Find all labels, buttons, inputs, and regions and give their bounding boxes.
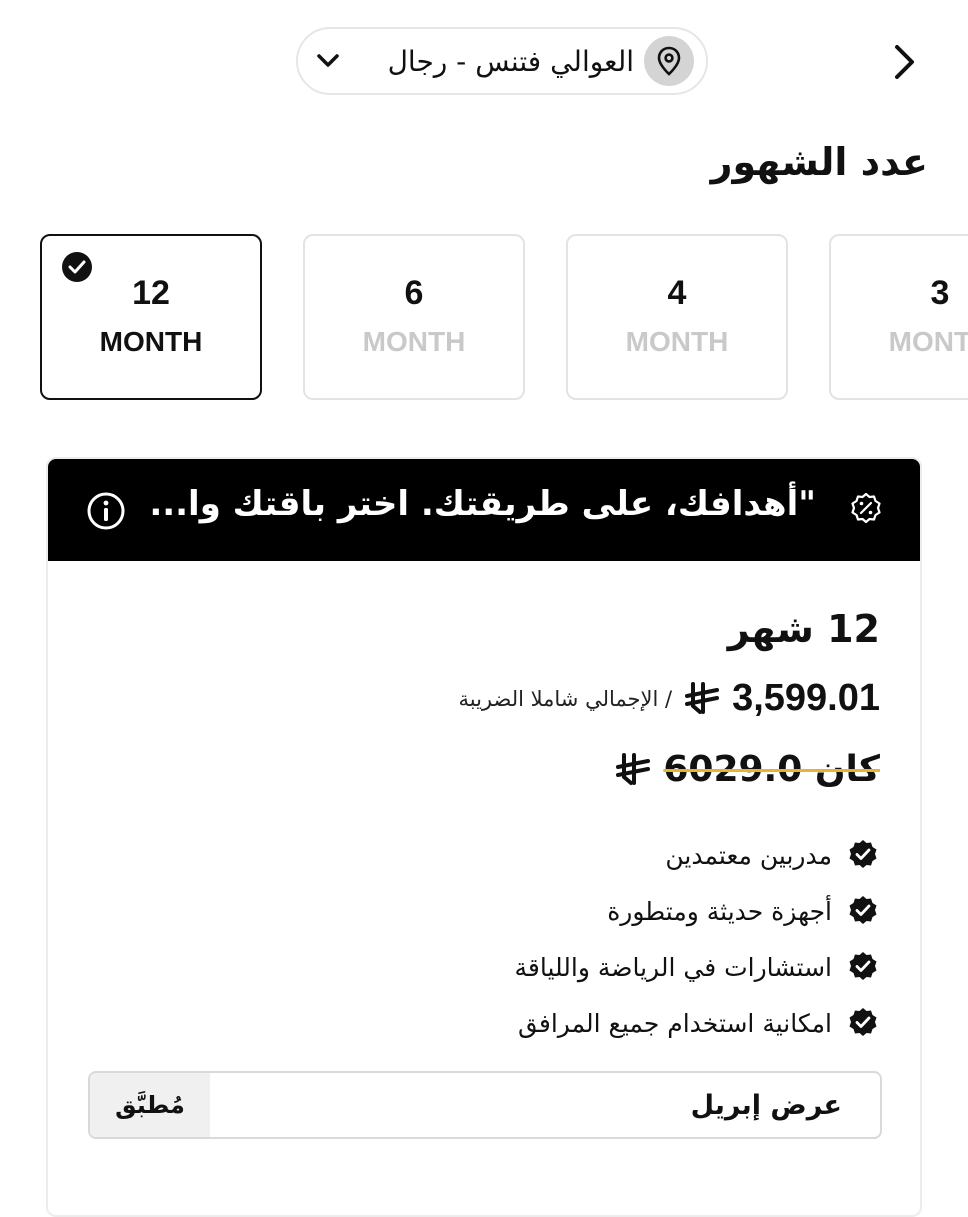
feature-label: مدربين معتمدين	[665, 840, 832, 870]
location-pin-icon	[644, 36, 694, 86]
feature-list: مدربين معتمدين أجهزة حديثة ومتطورة استشا…	[514, 827, 880, 1051]
plan-card: "أهدافك، على طريقتك. اختر باقتك وا... 12…	[46, 457, 922, 1217]
months-section-title: عدد الشهور	[710, 140, 928, 184]
info-icon[interactable]	[86, 491, 126, 531]
old-price-row: كان 6029.0	[615, 749, 880, 790]
month-option-12[interactable]: 12 MONTH	[40, 234, 262, 400]
feature-label: استشارات في الرياضة واللياقة	[514, 952, 832, 982]
month-option-3[interactable]: 3 MONTH	[829, 234, 968, 400]
riyal-icon	[685, 681, 720, 714]
chevron-down-icon	[316, 53, 340, 69]
month-value: 3	[930, 274, 950, 312]
month-options: 12 MONTH 6 MONTH 4 MONTH 3 MONTH	[40, 234, 968, 400]
verified-check-icon	[846, 894, 880, 928]
price-row: 3,599.01 / الإجمالي شاملا الضريبة	[458, 677, 880, 720]
offer-status-badge: مُطبَّق	[90, 1073, 210, 1137]
month-option-4[interactable]: 4 MONTH	[566, 234, 788, 400]
verified-check-icon	[846, 950, 880, 984]
verified-check-icon	[846, 838, 880, 872]
month-unit: MONTH	[99, 326, 203, 357]
month-unit: MONTH	[888, 326, 968, 357]
feature-label: أجهزة حديثة ومتطورة	[607, 896, 832, 926]
feature-item: استشارات في الرياضة واللياقة	[514, 939, 880, 995]
price-amount: 3,599.01	[732, 677, 880, 719]
feature-item: امكانية استخدام جميع المرافق	[514, 995, 880, 1051]
location-selector[interactable]: العوالي فتنس - رجال	[296, 27, 708, 95]
price-note: / الإجمالي شاملا الضريبة	[458, 686, 673, 711]
back-button[interactable]	[880, 38, 928, 86]
chevron-right-icon	[895, 45, 914, 79]
location-label: العوالي فتنس - رجال	[387, 44, 634, 78]
riyal-icon	[616, 752, 651, 785]
plan-title: 12 شهر	[727, 607, 880, 651]
discount-badge-icon	[851, 492, 881, 524]
month-value: 6	[404, 274, 424, 312]
promo-banner-text: "أهدافك، على طريقتك. اختر باقتك وا...	[149, 484, 816, 524]
feature-item: مدربين معتمدين	[514, 827, 880, 883]
feature-item: أجهزة حديثة ومتطورة	[514, 883, 880, 939]
month-unit: MONTH	[362, 326, 466, 357]
month-value: 12	[132, 274, 170, 312]
offer-field[interactable]: عرض إبريل مُطبَّق	[88, 1071, 882, 1139]
offer-name: عرض إبريل	[690, 1089, 842, 1121]
verified-check-icon	[846, 1006, 880, 1040]
month-option-6[interactable]: 6 MONTH	[303, 234, 525, 400]
month-unit: MONTH	[625, 326, 729, 357]
feature-label: امكانية استخدام جميع المرافق	[518, 1008, 832, 1038]
month-value: 4	[667, 274, 687, 312]
promo-banner[interactable]: "أهدافك، على طريقتك. اختر باقتك وا...	[48, 459, 920, 561]
old-price: كان 6029.0	[663, 749, 880, 790]
